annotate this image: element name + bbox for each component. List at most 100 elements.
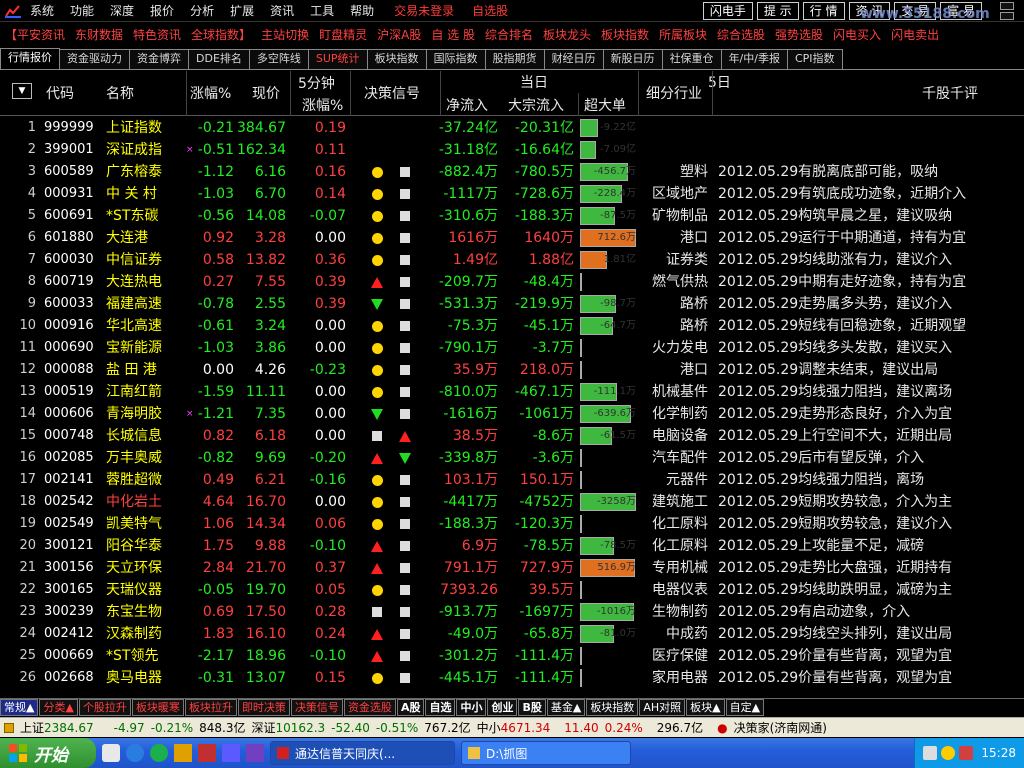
bottom-tab[interactable]: 板块指数 [586, 699, 639, 716]
tab-item[interactable]: CPI指数 [786, 49, 843, 69]
stock-code[interactable]: 000088 [44, 359, 100, 381]
function-item[interactable]: 板块指数 [596, 23, 654, 47]
table-row[interactable]: 22 300165 天瑞仪器 -0.05 19.70 0.05 7393.26 39.5万 电器… [0, 579, 1024, 601]
tab-item[interactable]: 股指期货 [484, 49, 545, 69]
stock-name[interactable]: 奥马电器 [106, 667, 184, 689]
stock-name[interactable]: 上证指数 [106, 117, 184, 139]
stock-name[interactable]: 汉森制药 [106, 623, 184, 645]
tab-item[interactable]: SUP统计 [307, 49, 368, 69]
menu-item[interactable]: 资讯 [264, 0, 304, 22]
col-industry[interactable]: 细分行业 [646, 83, 702, 103]
server-label[interactable]: 决策家(济南网通) [734, 719, 827, 736]
stock-code[interactable]: 002542 [44, 491, 100, 513]
bottom-tab[interactable]: 分类▲ [39, 699, 78, 716]
quicklaunch-desktop-icon[interactable] [102, 744, 120, 762]
table-row[interactable]: 26 002668 奥马电器 -0.31 13.07 0.15 -445.1万 -111.4万… [0, 667, 1024, 689]
bottom-tab[interactable]: 即时决策 [237, 699, 290, 716]
stock-code[interactable]: 000690 [44, 337, 100, 359]
stock-code[interactable]: 000748 [44, 425, 100, 447]
alert-icon[interactable]: ● [717, 721, 727, 735]
quicklaunch-app-icon[interactable] [198, 744, 216, 762]
stock-code[interactable]: 600030 [44, 249, 100, 271]
stock-code[interactable]: 000519 [44, 381, 100, 403]
menu-item[interactable]: 报价 [144, 0, 184, 22]
tab-item[interactable]: 行情报价 [0, 48, 60, 69]
watchlist-link[interactable]: 自选股 [472, 0, 508, 22]
table-row[interactable]: 23 300239 东宝生物 0.69 17.50 0.28 -913.7万 -1697万 -1… [0, 601, 1024, 623]
table-row[interactable]: 8 600719 大连热电 0.27 7.55 0.39 -209.7万 -48.4万 燃气供热… [0, 271, 1024, 293]
stock-code[interactable]: 002085 [44, 447, 100, 469]
table-row[interactable]: 4 000931 中 关 村 -1.03 6.70 0.14 -1117万 -728.6万 -2… [0, 183, 1024, 205]
stock-name[interactable]: 华北高速 [106, 315, 184, 337]
stock-name[interactable]: 大连热电 [106, 271, 184, 293]
bottom-tab[interactable]: 创业 [487, 699, 518, 716]
stock-name[interactable]: 万丰奥威 [106, 447, 184, 469]
quicklaunch-player-icon[interactable] [150, 744, 168, 762]
bottom-tab[interactable]: 个股拉升 [78, 699, 131, 716]
function-item[interactable]: 综合排名 [480, 23, 538, 47]
stock-name[interactable]: 中 关 村 [106, 183, 184, 205]
function-item[interactable]: 综合选股 [712, 23, 770, 47]
menu-item[interactable]: 帮助 [344, 0, 384, 22]
stock-code[interactable]: 300165 [44, 579, 100, 601]
stock-code[interactable]: 399001 [44, 139, 100, 161]
menu-button[interactable]: 提 示 [756, 1, 799, 20]
menu-button[interactable]: 行 情 [802, 1, 845, 20]
stock-code[interactable]: 600719 [44, 271, 100, 293]
quicklaunch-folder-icon[interactable] [174, 744, 192, 762]
table-row[interactable]: 9 600033 福建高速 -0.78 2.55 0.39 -531.3万 -219.9万 -9… [0, 293, 1024, 315]
stock-name[interactable]: 东宝生物 [106, 601, 184, 623]
stock-code[interactable]: 300239 [44, 601, 100, 623]
table-row[interactable]: 12 000088 盐 田 港 0.00 4.26 -0.23 35.9万 218.0万 港口 2… [0, 359, 1024, 381]
table-row[interactable]: 10 000916 华北高速 -0.61 3.24 0.00 -75.3万 -45.1万 -64… [0, 315, 1024, 337]
function-item[interactable]: 所属板块 [654, 23, 712, 47]
function-item[interactable]: 自 选 股 [426, 23, 480, 47]
quicklaunch-app2-icon[interactable] [222, 744, 240, 762]
bottom-tab[interactable]: 资金选股 [343, 699, 396, 716]
table-row[interactable]: 7 600030 中信证券 0.58 13.82 0.36 1.49亿 1.88亿 1.81亿 证… [0, 249, 1024, 271]
function-item[interactable]: 东财数据 [70, 23, 128, 47]
tab-item[interactable]: 年/中/季报 [720, 49, 788, 69]
function-item[interactable]: 全球指数】 [186, 23, 256, 47]
bottom-tab[interactable]: 决策信号 [290, 699, 343, 716]
stock-code[interactable]: 300156 [44, 557, 100, 579]
stock-code[interactable]: 000931 [44, 183, 100, 205]
bottom-tab[interactable]: 自定▲ [725, 699, 765, 716]
menu-button[interactable]: 闪电手 [702, 1, 753, 20]
tab-item[interactable]: 板块指数 [366, 49, 427, 69]
stock-name[interactable]: 蓉胜超微 [106, 469, 184, 491]
table-row[interactable]: 1 999999 上证指数 -0.21 384.67 0.19 -37.24亿 -20.31亿… [0, 117, 1024, 139]
stock-name[interactable]: 凯美特气 [106, 513, 184, 535]
stock-name[interactable]: 江南红箭 [106, 381, 184, 403]
stock-name[interactable]: 大连港 [106, 227, 184, 249]
tab-item[interactable]: 新股日历 [602, 49, 663, 69]
table-row[interactable]: 20 300121 阳谷华泰 1.75 9.88 -0.10 6.9万 -78.5万 -78.5… [0, 535, 1024, 557]
col-inflow[interactable]: 净流入 [446, 95, 488, 115]
bottom-tab[interactable]: 中小 [456, 699, 487, 716]
tray-app2-icon[interactable] [959, 746, 974, 760]
bottom-tab[interactable]: 自选 [425, 699, 456, 716]
stock-code[interactable]: 601880 [44, 227, 100, 249]
bottom-tab[interactable]: 板块▲ [686, 699, 725, 716]
function-item[interactable]: 强势选股 [770, 23, 828, 47]
start-button[interactable]: 开始 [0, 738, 96, 768]
tab-item[interactable]: 社保重仓 [661, 49, 722, 69]
stock-name[interactable]: 福建高速 [106, 293, 184, 315]
tab-item[interactable]: DDE排名 [188, 49, 250, 69]
stock-name[interactable]: *ST领先 [106, 645, 184, 667]
col-block[interactable]: 大宗流入 [508, 95, 564, 115]
tray-app-icon[interactable] [941, 746, 956, 760]
stock-name[interactable]: 宝新能源 [106, 337, 184, 359]
col-change[interactable]: 涨幅% [190, 83, 231, 103]
stock-code[interactable]: 000916 [44, 315, 100, 337]
quicklaunch-app3-icon[interactable] [246, 744, 264, 762]
table-row[interactable]: 3 600589 广东榕泰 -1.12 6.16 0.16 -882.4万 -780.5万 -4… [0, 161, 1024, 183]
table-row[interactable]: 15 000748 长城信息 0.82 6.18 0.00 38.5万 -8.6万 -61.5万… [0, 425, 1024, 447]
stock-code[interactable]: 600589 [44, 161, 100, 183]
task-folder[interactable]: D:\抓图 [461, 741, 631, 765]
stock-name[interactable]: 中化岩土 [106, 491, 184, 513]
task-tdx[interactable]: 通达信普天同庆(... [270, 741, 455, 765]
table-row[interactable]: 6 601880 大连港 0.92 3.28 0.00 1616万 1640万 712.6万 港口… [0, 227, 1024, 249]
tab-item[interactable]: 国际指数 [425, 49, 486, 69]
table-row[interactable]: 16 002085 万丰奥威 -0.82 9.69 -0.20 -339.8万 -3.6万 汽车… [0, 447, 1024, 469]
